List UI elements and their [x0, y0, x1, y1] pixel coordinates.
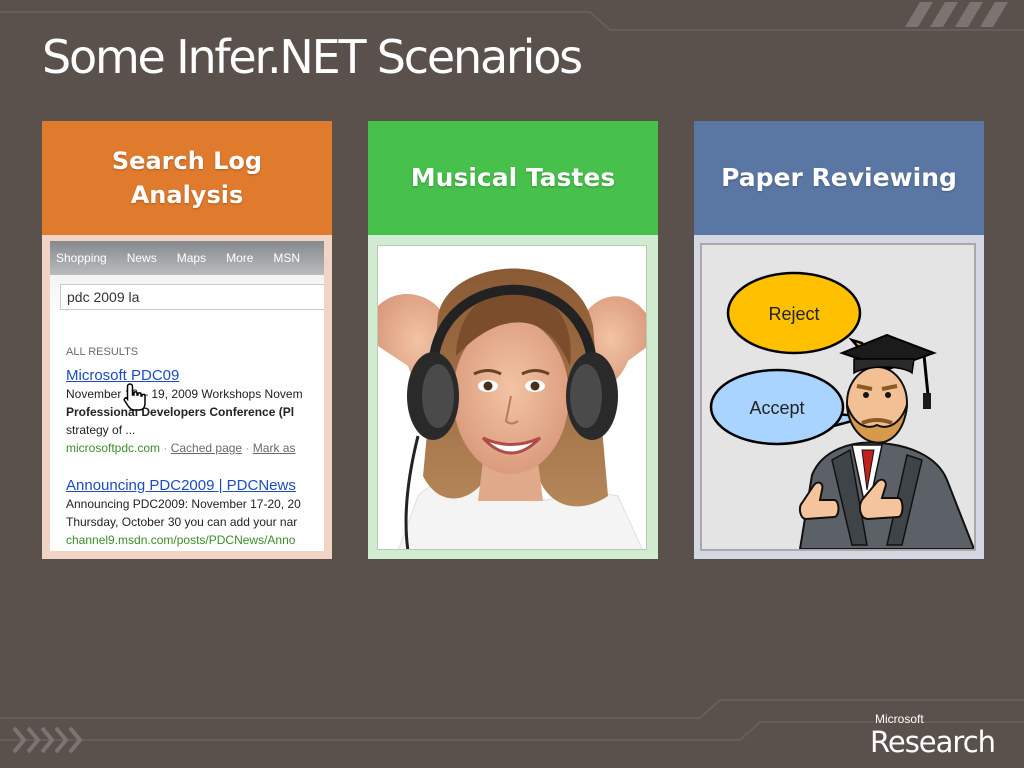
professor-figure — [798, 333, 974, 549]
card-body-musical-tastes — [368, 235, 658, 559]
reviewer-illustration: Reject Accept — [700, 243, 976, 551]
card-paper-reviewing: Paper Reviewing Reject Accept — [694, 121, 984, 559]
woman-headphones-illustration — [378, 246, 646, 549]
card-body-paper-reviewing: Reject Accept — [694, 235, 984, 559]
result-snippet-line: strategy of ... — [66, 423, 136, 437]
search-results-screenshot: Shopping News Maps More MSN pdc 2009 la … — [50, 241, 324, 551]
result-snippet-line: Thursday, October 30 you can add your na… — [66, 515, 298, 529]
card-header-search-log: Search Log Analysis — [42, 121, 332, 235]
mark-as-link[interactable]: Mark as — [253, 441, 296, 455]
card-title-line: Search Log — [111, 147, 263, 175]
result-url: microsoftpdc.com — [66, 441, 161, 455]
nav-item-shopping[interactable]: Shopping — [56, 251, 107, 265]
brand-research: Research — [870, 725, 996, 759]
result-title-link[interactable]: Announcing PDC2009 | PDCNews — [66, 477, 324, 495]
card-title-paper-reviewing: Paper Reviewing — [721, 163, 957, 192]
result-snippet-line: Announcing PDC2009: November 17-20, 20 — [66, 497, 301, 511]
accept-speech-bubble: Accept — [709, 368, 868, 446]
brand-microsoft: Microsoft — [875, 712, 924, 726]
result-url: channel9.msdn.com/posts/PDCNews/Anno — [66, 533, 296, 547]
card-title-musical-tastes: Musical Tastes — [410, 163, 616, 192]
search-input[interactable]: pdc 2009 la — [60, 284, 324, 310]
nav-item-msn[interactable]: MSN — [273, 251, 300, 265]
microsoft-research-logo: Microsoft Research — [870, 712, 996, 759]
card-title-line: Analysis — [130, 181, 244, 209]
card-search-log-analysis: Search Log Analysis Shopping News Maps Mo… — [42, 121, 332, 559]
cached-page-link[interactable]: Cached page — [171, 441, 242, 455]
card-title-search-log: Search Log Analysis — [112, 144, 262, 212]
nav-item-maps[interactable]: Maps — [177, 251, 206, 265]
result-snippet-line: November 16 – 19, 2009 Workshops Novem — [66, 387, 303, 401]
search-result: Microsoft PDC09 November 16 – 19, 2009 W… — [66, 367, 324, 457]
professor-clipart: Reject Accept — [709, 271, 974, 549]
chevron-decoration — [12, 726, 83, 754]
search-result: Announcing PDC2009 | PDCNews Announcing … — [66, 477, 324, 549]
card-header-paper-reviewing: Paper Reviewing — [694, 121, 984, 235]
nav-item-more[interactable]: More — [226, 251, 253, 265]
reject-label: Reject — [768, 304, 819, 324]
card-header-musical-tastes: Musical Tastes — [368, 121, 658, 235]
accept-label: Accept — [749, 398, 804, 418]
card-musical-tastes: Musical Tastes — [368, 121, 658, 559]
search-nav-bar: Shopping News Maps More MSN — [50, 241, 324, 275]
nav-item-news[interactable]: News — [127, 251, 157, 265]
result-url-line: microsoftpdc.com · Cached page · Mark as — [66, 441, 296, 455]
woman-headphones-photo — [377, 245, 647, 550]
result-title-link[interactable]: Microsoft PDC09 — [66, 367, 324, 385]
card-body-search-log: Shopping News Maps More MSN pdc 2009 la … — [42, 235, 332, 559]
slide-title: Some Infer.NET Scenarios — [42, 30, 583, 84]
hand-cursor-icon — [123, 383, 146, 411]
stripe-decoration — [905, 2, 1008, 27]
results-label: ALL RESULTS — [66, 346, 139, 358]
result-snippet-line: Professional Developers Conference (Pl — [66, 405, 295, 419]
